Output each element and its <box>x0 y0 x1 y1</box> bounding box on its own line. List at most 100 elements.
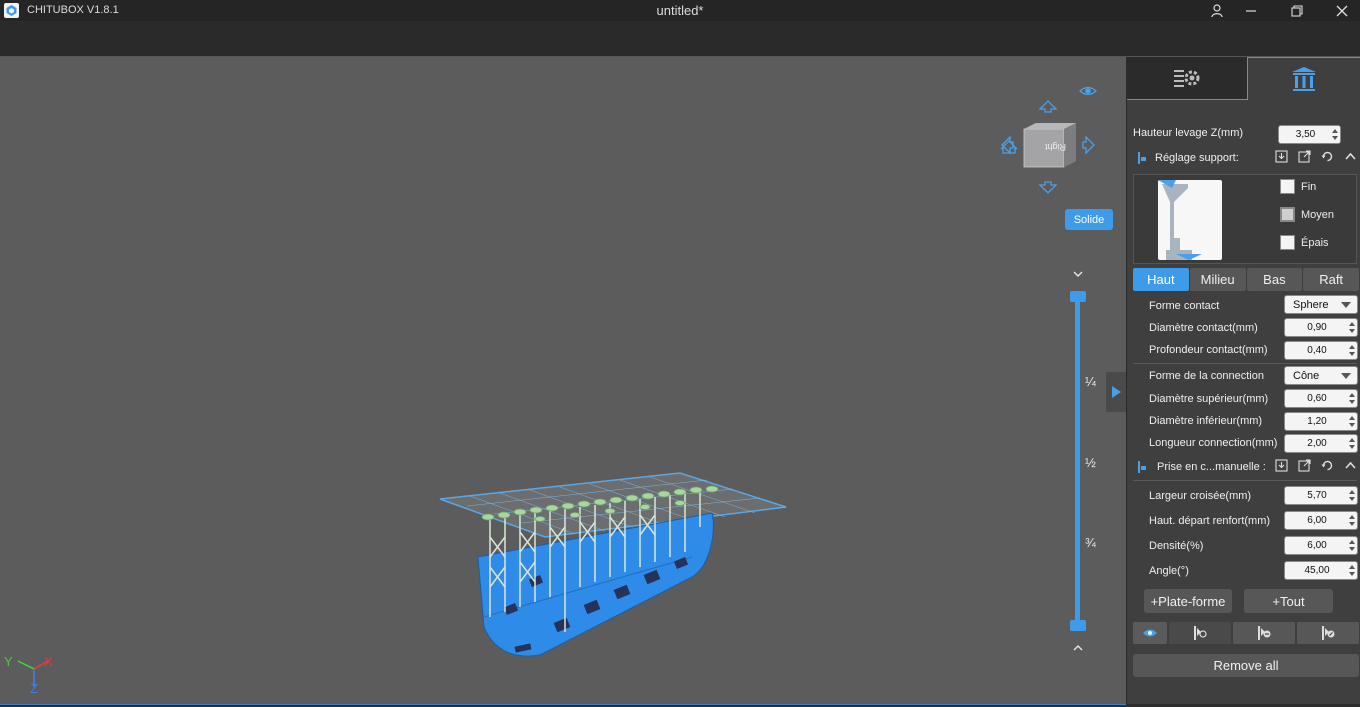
collapse-up-icon[interactable] <box>1344 459 1357 472</box>
lift-height-value: 3,50 <box>1295 129 1316 140</box>
axes-gizmo: X Y Z <box>4 654 53 696</box>
connection-shape-label: Forme de la connection <box>1149 370 1264 382</box>
arrow-right-icon[interactable] <box>1082 135 1095 155</box>
toggle-support-visibility-button[interactable] <box>1133 622 1167 644</box>
menu-bar <box>0 21 1360 57</box>
add-platform-button[interactable]: +Plate-forme <box>1144 589 1232 613</box>
tab-haut[interactable]: Haut <box>1133 268 1189 291</box>
support-settings-label: Réglage support: <box>1155 152 1239 164</box>
connection-shape-select[interactable]: Cône <box>1284 366 1358 385</box>
spin-arrows-icon <box>1349 322 1355 333</box>
remove-all-button[interactable]: Remove all <box>1133 654 1359 677</box>
arrow-up-icon[interactable] <box>1038 100 1058 113</box>
edit-support-icon <box>1322 626 1335 640</box>
contact-shape-label: Forme contact <box>1149 300 1220 312</box>
lower-diameter-input[interactable]: 1,20 <box>1284 412 1358 431</box>
layer-slider-track[interactable] <box>1075 295 1080 627</box>
reinforcement-start-value: 6,00 <box>1307 515 1327 526</box>
preset-moyen[interactable]: Moyen <box>1280 207 1334 222</box>
slider-up-chevron-icon[interactable] <box>1071 642 1085 654</box>
contact-depth-input[interactable]: 0,40 <box>1284 341 1358 360</box>
tab-bas[interactable]: Bas <box>1246 268 1303 291</box>
3d-viewport[interactable]: Right X Y Z <box>0 57 1126 704</box>
reset-icon[interactable] <box>1321 150 1334 163</box>
triangle-right-icon <box>1112 386 1121 398</box>
spin-arrows-icon <box>1349 490 1355 501</box>
close-button[interactable] <box>1320 0 1360 21</box>
import-icon[interactable] <box>1275 150 1288 163</box>
restore-button[interactable] <box>1275 0 1319 21</box>
panel-collapse-button[interactable] <box>1106 372 1126 412</box>
contact-diameter-input[interactable]: 0,90 <box>1284 318 1358 337</box>
connection-length-input[interactable]: 2,00 <box>1284 434 1358 453</box>
tab-raft[interactable]: Raft <box>1303 268 1359 291</box>
lift-height-label: Hauteur levage Z(mm) <box>1133 127 1244 139</box>
slider-mark-quarter: ¼ <box>1085 374 1096 389</box>
lift-height-input[interactable]: 3,50 <box>1278 125 1341 144</box>
tab-milieu[interactable]: Milieu <box>1189 268 1246 291</box>
minimize-button[interactable] <box>1229 0 1273 21</box>
render-mode-button[interactable]: Solide <box>1065 209 1113 230</box>
export-icon[interactable] <box>1298 150 1311 163</box>
preset-fin-checkbox[interactable] <box>1280 179 1295 194</box>
add-support-tool-button[interactable] <box>1169 622 1231 644</box>
support-part-tabs: Haut Milieu Bas Raft <box>1133 268 1359 291</box>
spin-arrows-icon <box>1349 515 1355 526</box>
angle-input[interactable]: 45,00 <box>1284 561 1358 580</box>
preset-moyen-checkbox[interactable] <box>1280 207 1295 222</box>
upper-diameter-value: 0,60 <box>1307 393 1327 404</box>
support-preview-image <box>1158 180 1222 260</box>
reinforcement-start-label: Haut. départ renfort(mm) <box>1149 515 1271 527</box>
support-preview-box: Fin Moyen Épais <box>1133 174 1357 264</box>
contact-shape-select[interactable]: Sphere <box>1284 295 1358 314</box>
contact-diameter-label: Diamètre contact(mm) <box>1149 322 1258 334</box>
preset-fin[interactable]: Fin <box>1280 179 1316 194</box>
reinforcement-start-input[interactable]: 6,00 <box>1284 511 1358 530</box>
preset-fin-label: Fin <box>1301 180 1317 193</box>
cross-width-input[interactable]: 5,70 <box>1284 486 1358 505</box>
eye-icon[interactable] <box>1079 86 1097 96</box>
export-icon[interactable] <box>1298 459 1311 472</box>
cross-width-value: 5,70 <box>1307 490 1327 501</box>
preset-epais-checkbox[interactable] <box>1280 235 1295 250</box>
contact-shape-value: Sphere <box>1293 298 1329 311</box>
upper-diameter-input[interactable]: 0,60 <box>1284 389 1358 408</box>
import-icon[interactable] <box>1275 459 1288 472</box>
preset-epais-label: Épais <box>1301 236 1329 249</box>
spin-arrows-icon <box>1349 540 1355 551</box>
spin-arrows-icon <box>1349 565 1355 576</box>
close-icon <box>1336 5 1348 16</box>
spin-arrows-icon <box>1349 393 1355 404</box>
z-axis-label: Z <box>30 681 38 696</box>
restore-icon <box>1291 4 1303 17</box>
density-input[interactable]: 6,00 <box>1284 536 1358 555</box>
arrow-down-icon[interactable] <box>1038 181 1058 194</box>
eye-icon <box>1143 629 1157 637</box>
user-icon <box>1211 3 1223 17</box>
divider <box>1133 480 1357 481</box>
support-settings-header: Réglage support: <box>1127 147 1360 169</box>
layer-slider-top-handle[interactable] <box>1070 291 1086 302</box>
manual-grip-header: Prise en c...manuelle : <box>1127 456 1360 478</box>
support-small-icon <box>1138 461 1146 473</box>
collapse-up-icon[interactable] <box>1344 150 1357 163</box>
edit-support-tool-button[interactable] <box>1297 622 1359 644</box>
remove-support-tool-button[interactable] <box>1233 622 1295 644</box>
tab-print-settings[interactable] <box>1127 57 1247 100</box>
tab-support[interactable] <box>1247 57 1360 100</box>
cross-width-label: Largeur croisée(mm) <box>1149 490 1252 502</box>
spin-arrows-icon <box>1349 438 1355 449</box>
slider-down-chevron-icon[interactable] <box>1071 268 1085 280</box>
dropdown-caret-icon <box>1341 302 1351 308</box>
reset-icon[interactable] <box>1321 459 1334 472</box>
preset-epais[interactable]: Épais <box>1280 235 1329 250</box>
divider <box>1133 363 1357 364</box>
contact-depth-value: 0,40 <box>1307 345 1327 356</box>
layer-slider-bottom-handle[interactable] <box>1070 620 1086 631</box>
scene: Right X Y Z <box>4 86 1097 696</box>
angle-value: 45,00 <box>1304 565 1330 576</box>
support-tools <box>1133 622 1359 644</box>
add-all-button[interactable]: +Tout <box>1244 589 1333 613</box>
lower-diameter-label: Diamètre inférieur(mm) <box>1149 415 1263 427</box>
x-axis-label: X <box>44 654 53 669</box>
